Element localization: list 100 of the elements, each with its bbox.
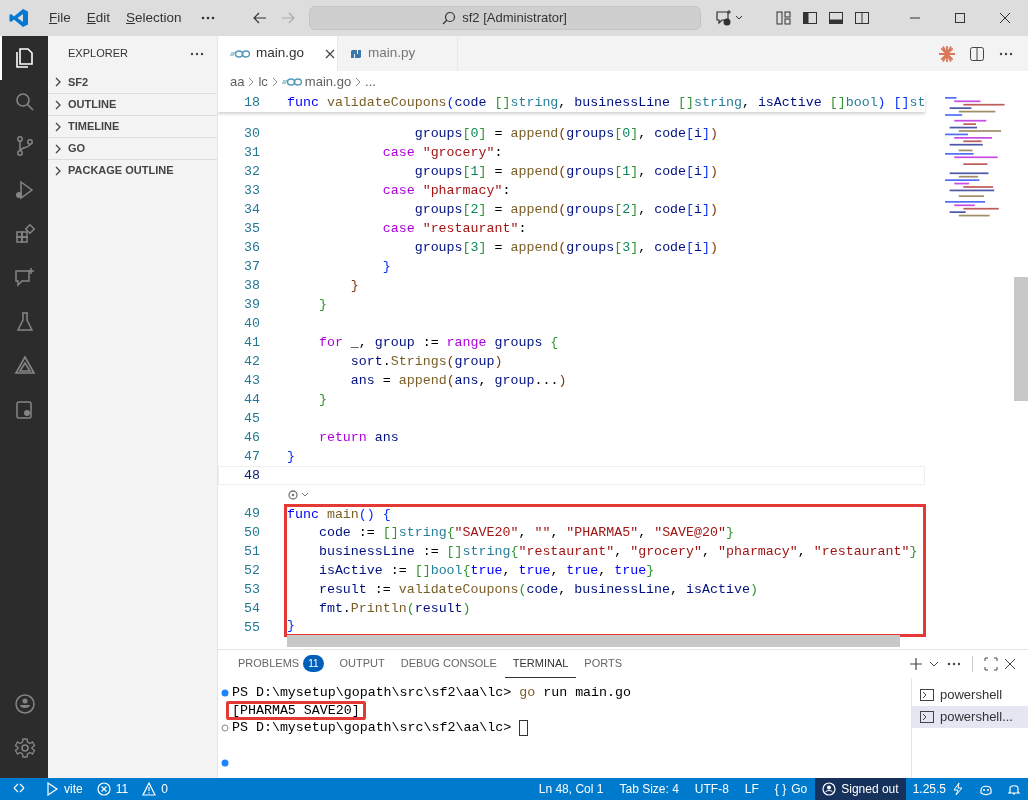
bell-icon bbox=[1007, 782, 1021, 796]
code-line: return ans bbox=[317, 429, 399, 447]
panel-tab[interactable]: TERMINAL bbox=[504, 650, 577, 678]
panel-tab[interactable]: PROBLEMS 11 bbox=[230, 650, 332, 678]
line-number: 46 bbox=[243, 429, 260, 447]
scrollbar-thumb[interactable] bbox=[1014, 277, 1028, 401]
line-number: 41 bbox=[243, 334, 260, 352]
status-item[interactable]: Tab Size: 4 bbox=[611, 778, 687, 800]
close-icon[interactable] bbox=[324, 47, 337, 60]
editor-tab[interactable]: main.go bbox=[218, 36, 338, 71]
code-line: case "grocery": bbox=[381, 144, 503, 162]
sidebar-title: EXPLORER bbox=[68, 46, 128, 62]
code-line: for _, group := range groups { bbox=[317, 334, 559, 352]
chevron-down-icon[interactable] bbox=[929, 659, 939, 669]
breadcrumb-item[interactable]: lc bbox=[258, 72, 268, 92]
extensions-icon[interactable] bbox=[13, 222, 37, 246]
line-number: 18 bbox=[243, 94, 260, 112]
breadcrumb-item[interactable]: ... bbox=[365, 72, 376, 92]
chevron-right-icon bbox=[354, 77, 363, 87]
status-item[interactable]: UTF-8 bbox=[686, 778, 737, 800]
back-arrow-icon[interactable] bbox=[251, 10, 268, 26]
panel-tab[interactable]: PORTS bbox=[576, 650, 631, 678]
command-status-icon bbox=[221, 688, 229, 697]
go-file-icon bbox=[281, 77, 302, 87]
split-editor-icon[interactable] bbox=[969, 45, 985, 62]
secondary-sidebar-icon[interactable] bbox=[853, 10, 870, 26]
count-badge: 11 bbox=[303, 655, 324, 672]
code-line: ans = append(ans, group...) bbox=[349, 372, 567, 390]
line-number: 44 bbox=[243, 391, 260, 409]
code-line: } bbox=[381, 258, 391, 276]
status-item[interactable]: 0 bbox=[135, 778, 175, 800]
status-item[interactable]: 1.25.5 bbox=[905, 778, 972, 800]
lightning-icon bbox=[951, 782, 965, 796]
code-line: func main() { bbox=[284, 504, 926, 523]
command-status-icon bbox=[221, 759, 229, 768]
line-number: 47 bbox=[243, 448, 260, 466]
line-number: 38 bbox=[243, 277, 260, 295]
vscode-logo-icon bbox=[9, 8, 29, 28]
line-number: 32 bbox=[243, 163, 260, 181]
terminal-line: PS D:\mysetup\gopath\src\sf2\aa\lc> go run main.go bbox=[232, 683, 631, 702]
breadcrumb-item[interactable]: aa bbox=[230, 72, 245, 92]
menu-item[interactable]: Selection bbox=[118, 7, 190, 29]
line-number: 33 bbox=[243, 182, 260, 200]
sparkle-icon[interactable] bbox=[938, 44, 956, 63]
editor-tab[interactable]: main.py bbox=[338, 36, 458, 71]
code-line: } bbox=[317, 296, 327, 314]
warning-icon bbox=[142, 782, 157, 796]
section-header[interactable]: OUTLINE bbox=[48, 93, 217, 115]
panel-tab[interactable]: DEBUG CONSOLE bbox=[392, 650, 505, 678]
line-number: 30 bbox=[243, 125, 260, 143]
line-number: 53 bbox=[243, 581, 260, 599]
code-line: businessLine := []string{"restaurant", "grocery", "pharmacy", "restaurant"} bbox=[284, 542, 926, 561]
command-center-field[interactable]: sf2 [Administrator] bbox=[308, 6, 701, 30]
terminal-output: [PHARMA5 SAVE20] bbox=[226, 701, 366, 720]
status-item[interactable]: Signed out bbox=[815, 778, 906, 800]
line-number: 54 bbox=[243, 600, 260, 618]
search-icon bbox=[442, 11, 457, 25]
status-item[interactable]: { } Go bbox=[766, 778, 816, 800]
status-item[interactable]: Ln 48, Col 1 bbox=[530, 778, 612, 800]
section-header[interactable]: TIMELINE bbox=[48, 115, 217, 137]
terminal-list-item[interactable]: powershell bbox=[912, 684, 1028, 706]
terminal-line: PS D:\mysetup\gopath\src\sf2\aa\lc> bbox=[232, 719, 513, 738]
section-header[interactable]: SF2 bbox=[48, 71, 217, 93]
plus-icon[interactable] bbox=[908, 657, 923, 671]
line-number: 31 bbox=[243, 144, 260, 162]
menu-item[interactable]: Edit bbox=[78, 7, 119, 29]
status-item[interactable]: vite bbox=[38, 778, 90, 800]
account-icon[interactable] bbox=[13, 692, 37, 716]
line-number: 35 bbox=[243, 220, 260, 238]
code-line: groups[1] = append(groups[1], code[i]) bbox=[413, 163, 718, 181]
status-item[interactable]: 11 bbox=[89, 778, 136, 800]
layout-icon[interactable] bbox=[775, 10, 792, 26]
breadcrumb-item[interactable]: main.go bbox=[304, 72, 352, 92]
close-icon[interactable] bbox=[1004, 658, 1016, 670]
command-status-icon bbox=[221, 724, 229, 733]
line-number: 40 bbox=[243, 315, 260, 333]
code-line: case "pharmacy": bbox=[381, 182, 511, 200]
sidebar-toggle-icon[interactable] bbox=[801, 10, 818, 26]
menu-item[interactable]: File bbox=[41, 7, 79, 29]
section-header[interactable]: GO bbox=[48, 137, 217, 159]
code-line: fmt.Println(result) bbox=[284, 599, 926, 618]
section-header[interactable]: PACKAGE OUTLINE bbox=[48, 159, 217, 181]
terminal-icon bbox=[920, 688, 934, 702]
code-line: sort.Strings(group) bbox=[349, 353, 503, 371]
code-line: } bbox=[286, 448, 295, 466]
terminal-icon bbox=[920, 710, 934, 724]
terminal-list-item[interactable]: powershell... bbox=[912, 706, 1028, 728]
panel-toggle-icon[interactable] bbox=[827, 10, 844, 26]
settings-icon[interactable] bbox=[13, 736, 37, 760]
code-line: } bbox=[317, 391, 327, 409]
codelens-icon[interactable] bbox=[287, 487, 311, 502]
status-item[interactable]: LF bbox=[736, 778, 767, 800]
chat-icon[interactable] bbox=[714, 9, 745, 27]
scrollbar-thumb[interactable] bbox=[287, 635, 900, 647]
line-number: 34 bbox=[243, 201, 260, 219]
line-number: 50 bbox=[243, 524, 260, 542]
panel-tab[interactable]: OUTPUT bbox=[331, 650, 393, 678]
account-icon bbox=[822, 782, 837, 796]
code-line: func validateCoupons(code []string, businessLine []string, isActive []bool) []st bbox=[286, 94, 926, 112]
run-icon bbox=[45, 782, 59, 796]
